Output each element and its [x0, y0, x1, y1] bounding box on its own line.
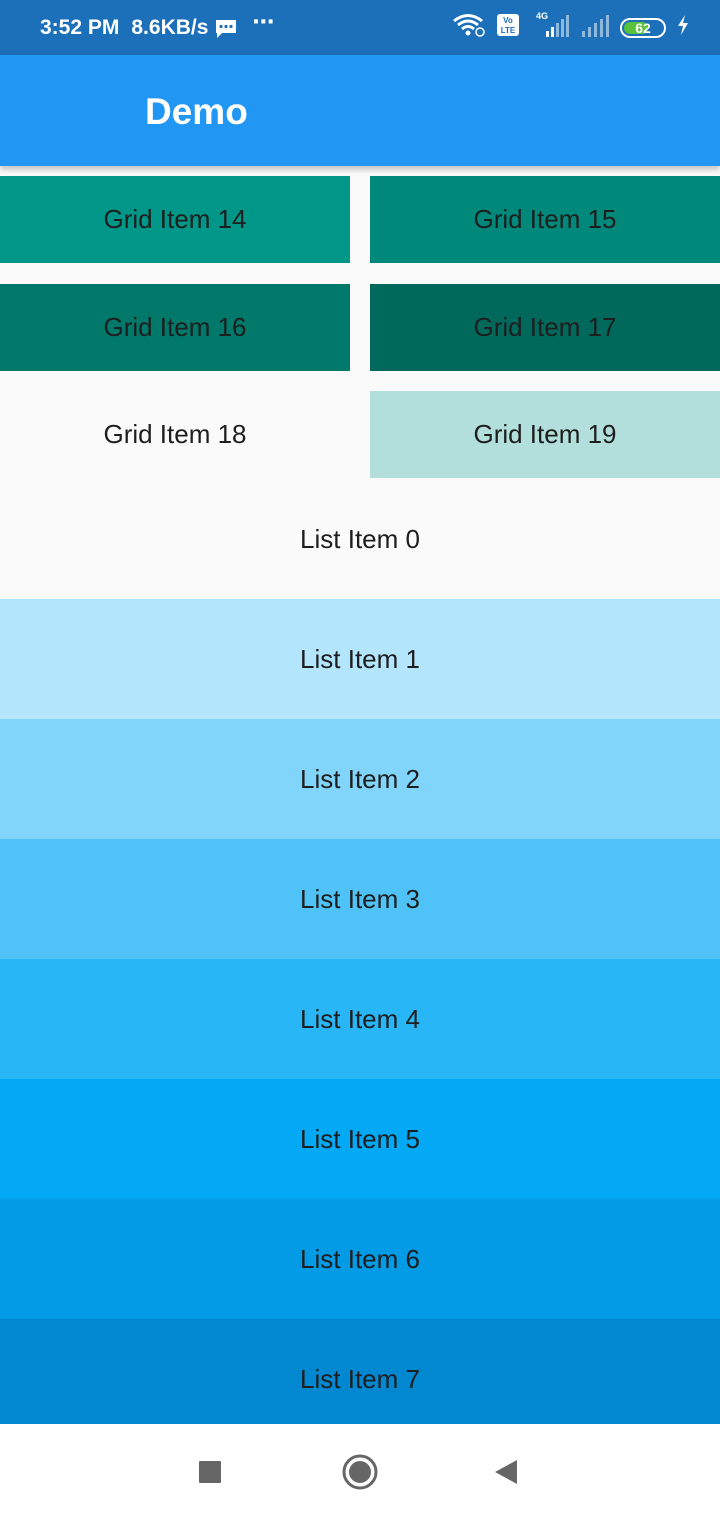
home-button[interactable] — [336, 1448, 384, 1496]
grid-item[interactable]: Grid Item 16 — [0, 284, 350, 371]
grid-item[interactable]: Grid Item 18 — [0, 391, 350, 478]
back-triangle-icon — [495, 1460, 517, 1484]
svg-text:Vo: Vo — [503, 16, 513, 25]
status-time: 3:52 PM — [40, 15, 120, 39]
signal-icon — [580, 11, 610, 44]
more-notifications-icon: ⋯ — [252, 8, 276, 34]
back-button[interactable] — [482, 1448, 530, 1496]
recents-square-icon — [199, 1461, 221, 1483]
svg-text:4G: 4G — [536, 11, 548, 21]
wifi-icon — [452, 13, 486, 42]
list-item[interactable]: List Item 5 — [0, 1079, 720, 1199]
network-speed: 8.6KB/s — [131, 15, 209, 39]
volte-icon: Vo LTE — [496, 13, 520, 42]
home-circle-icon — [342, 1454, 378, 1490]
charging-icon — [676, 14, 690, 41]
grid-item[interactable]: Grid Item 14 — [0, 176, 350, 263]
status-bar: 3:52 PM 8.6KB/s ⋯ Vo LTE 4G 62 — [0, 0, 720, 55]
recents-button[interactable] — [186, 1448, 234, 1496]
message-icon — [214, 19, 237, 38]
list-item[interactable]: List Item 7 — [0, 1319, 720, 1424]
list-item[interactable]: List Item 1 — [0, 599, 720, 719]
signal-icon: 4G — [530, 11, 570, 44]
app-bar: Demo — [0, 55, 720, 166]
list-item[interactable]: List Item 6 — [0, 1199, 720, 1319]
grid-item[interactable]: Grid Item 19 — [370, 391, 720, 478]
page-title: Demo — [145, 91, 248, 132]
list-item[interactable]: List Item 3 — [0, 839, 720, 959]
list-item[interactable]: List Item 2 — [0, 719, 720, 839]
list-item[interactable]: List Item 0 — [0, 479, 720, 599]
svg-text:LTE: LTE — [501, 26, 516, 35]
status-icons: Vo LTE 4G 62 — [452, 0, 690, 55]
grid-item[interactable]: Grid Item 15 — [370, 176, 720, 263]
battery-icon: 62 — [620, 17, 666, 38]
navigation-bar — [0, 1424, 720, 1520]
scroll-view[interactable]: Grid Item 14 Grid Item 15 Grid Item 16 G… — [0, 166, 720, 1424]
battery-level: 62 — [635, 19, 651, 36]
list-item[interactable]: List Item 4 — [0, 959, 720, 1079]
grid-item[interactable]: Grid Item 17 — [370, 284, 720, 371]
